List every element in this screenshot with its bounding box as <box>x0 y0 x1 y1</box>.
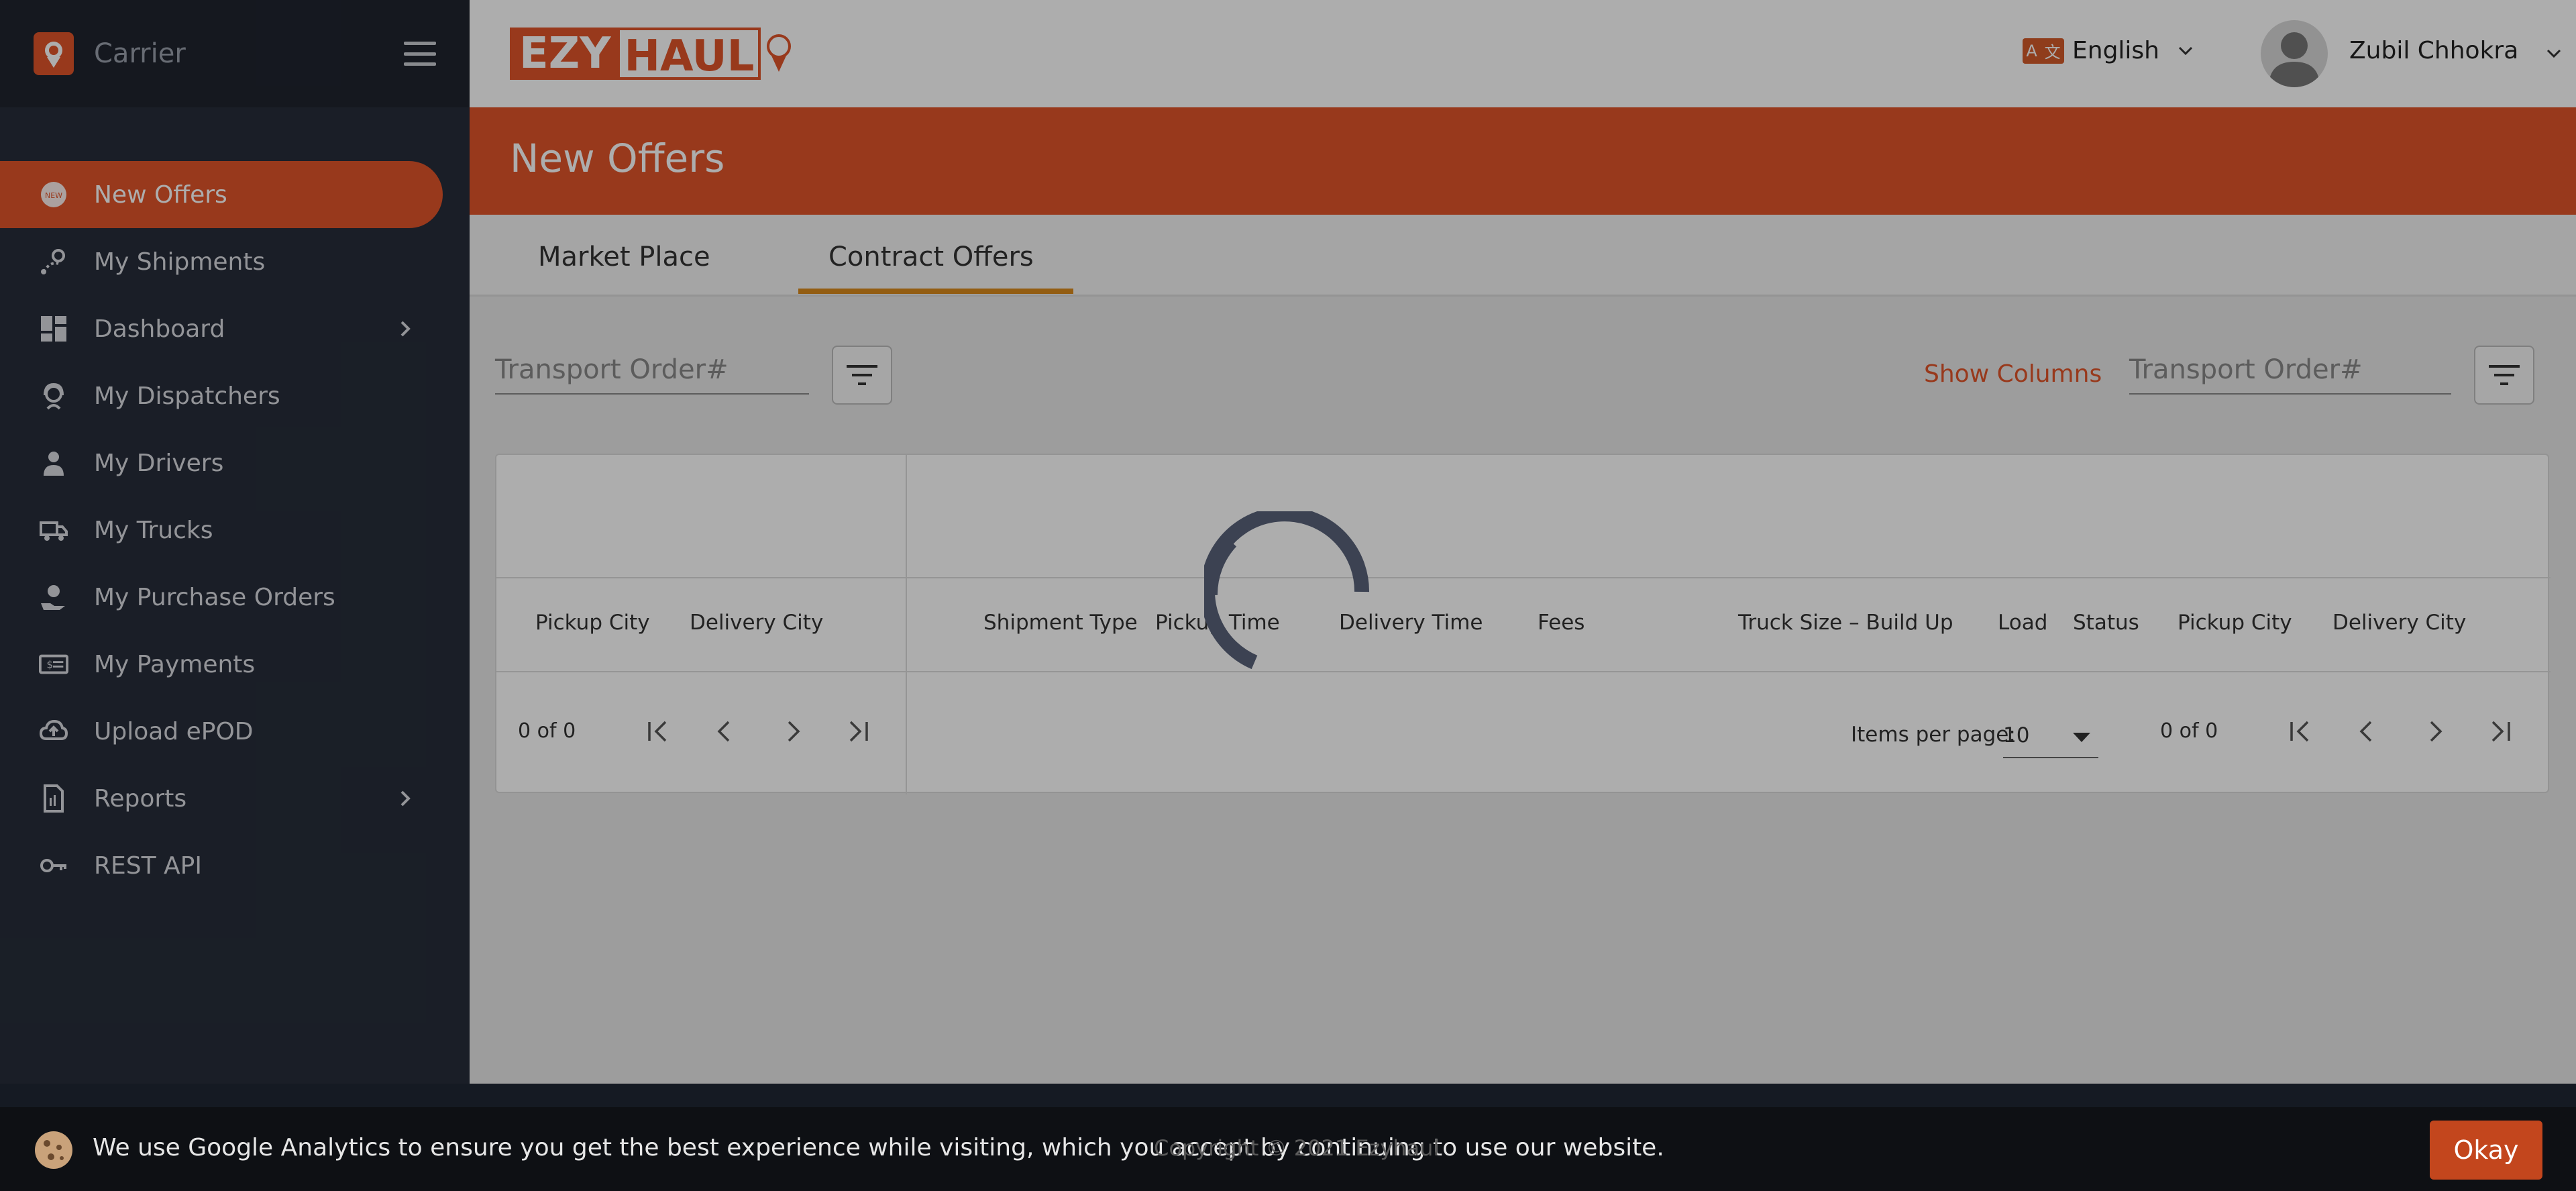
cookie-icon <box>35 1131 72 1169</box>
cookie-okay-button[interactable]: Okay <box>2430 1121 2542 1180</box>
cookie-banner: We use Google Analytics to ensure you ge… <box>0 1107 2576 1191</box>
footer <box>0 1084 2576 1107</box>
copyright-text: Copyright © 2021 Ezyhaul <box>1154 1135 1440 1161</box>
loading-spinner-icon <box>1204 511 1370 670</box>
